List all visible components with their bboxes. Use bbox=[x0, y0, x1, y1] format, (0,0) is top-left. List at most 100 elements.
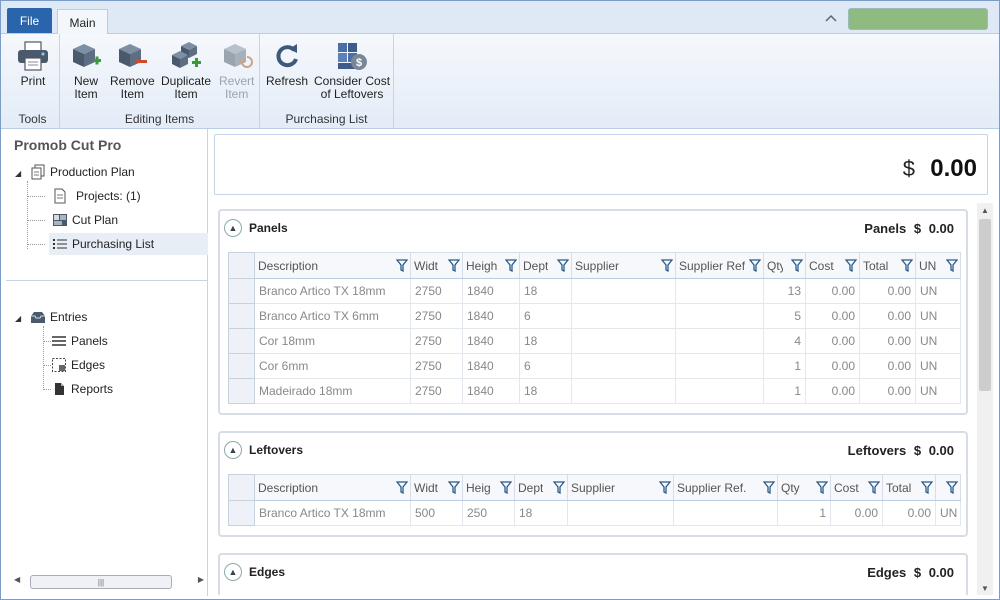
file-tab[interactable]: File bbox=[7, 8, 52, 33]
table-row[interactable]: Cor 6mm 2750 1840 6 1 0.00 0.00 UN bbox=[228, 353, 961, 379]
column-header[interactable] bbox=[935, 474, 961, 501]
cell-qty[interactable]: 13 bbox=[763, 278, 806, 304]
column-header[interactable]: UN bbox=[915, 252, 961, 279]
filter-icon[interactable] bbox=[900, 259, 914, 275]
column-header[interactable]: Total bbox=[882, 474, 936, 501]
cell-depth[interactable]: 6 bbox=[519, 303, 572, 329]
collapse-ribbon-icon[interactable] bbox=[823, 10, 839, 26]
new-item-button[interactable]: New Item bbox=[69, 40, 103, 101]
cell-depth[interactable]: 18 bbox=[519, 278, 572, 304]
cell-width[interactable]: 2750 bbox=[410, 278, 463, 304]
duplicate-item-button[interactable]: Duplicate Item bbox=[161, 40, 211, 101]
column-header[interactable]: Supplier Ref. bbox=[673, 474, 778, 501]
filter-icon[interactable] bbox=[945, 481, 959, 497]
cell-description[interactable]: Branco Artico TX 6mm bbox=[254, 303, 411, 329]
cell-total[interactable]: 0.00 bbox=[859, 278, 916, 304]
tree-item-panels[interactable]: Panels bbox=[51, 330, 108, 352]
refresh-button[interactable]: Refresh bbox=[266, 40, 308, 88]
scroll-up-icon[interactable]: ▲ bbox=[977, 203, 993, 217]
cell-depth[interactable]: 6 bbox=[519, 353, 572, 379]
production-plan-expander[interactable]: ◢ bbox=[15, 169, 21, 178]
cell-unit[interactable]: UN bbox=[915, 278, 961, 304]
cell-height[interactable]: 1840 bbox=[462, 328, 520, 354]
filter-icon[interactable] bbox=[395, 481, 409, 497]
filter-icon[interactable] bbox=[395, 259, 409, 275]
cell-width[interactable]: 2750 bbox=[410, 378, 463, 404]
cell-description[interactable]: Cor 18mm bbox=[254, 328, 411, 354]
main-tab[interactable]: Main bbox=[57, 9, 108, 35]
row-selector-header[interactable] bbox=[228, 474, 255, 501]
column-header[interactable]: Supplier Ref bbox=[675, 252, 764, 279]
cell-supplier[interactable] bbox=[567, 500, 674, 526]
tree-item-entries[interactable]: Entries bbox=[30, 306, 87, 328]
column-header[interactable]: Widt bbox=[410, 252, 463, 279]
filter-icon[interactable] bbox=[504, 259, 518, 275]
filter-icon[interactable] bbox=[790, 259, 804, 275]
table-row[interactable]: Cor 18mm 2750 1840 18 4 0.00 0.00 UN bbox=[228, 328, 961, 354]
cell-supplier[interactable] bbox=[571, 378, 676, 404]
filter-icon[interactable] bbox=[447, 259, 461, 275]
cell-supplier[interactable] bbox=[571, 353, 676, 379]
print-button[interactable]: Print bbox=[16, 40, 50, 88]
remove-item-button[interactable]: Remove Item bbox=[110, 40, 155, 101]
cell-supplier-ref[interactable] bbox=[675, 353, 764, 379]
consider-cost-leftovers-button[interactable]: $ Consider Cost of Leftovers bbox=[314, 40, 390, 101]
filter-icon[interactable] bbox=[815, 481, 829, 497]
scroll-left-icon[interactable]: ◀ bbox=[14, 575, 20, 584]
cell-height[interactable]: 1840 bbox=[462, 353, 520, 379]
column-header[interactable]: Qty bbox=[763, 252, 806, 279]
column-header[interactable]: Cost bbox=[830, 474, 883, 501]
cell-depth[interactable]: 18 bbox=[519, 328, 572, 354]
scroll-thumb[interactable] bbox=[979, 219, 991, 391]
cell-total[interactable]: 0.00 bbox=[859, 378, 916, 404]
filter-icon[interactable] bbox=[552, 481, 566, 497]
column-header[interactable]: Cost bbox=[805, 252, 860, 279]
cell-qty[interactable]: 4 bbox=[763, 328, 806, 354]
cell-supplier-ref[interactable] bbox=[675, 303, 764, 329]
cell-unit[interactable]: UN bbox=[915, 378, 961, 404]
row-selector[interactable] bbox=[228, 500, 255, 526]
cell-unit[interactable]: UN bbox=[915, 353, 961, 379]
cell-width[interactable]: 2750 bbox=[410, 353, 463, 379]
column-header[interactable]: Heig bbox=[462, 474, 515, 501]
cell-cost[interactable]: 0.00 bbox=[805, 303, 860, 329]
column-header[interactable]: Description bbox=[254, 252, 411, 279]
revert-item-button[interactable]: Revert Item bbox=[219, 40, 254, 101]
cell-qty[interactable]: 1 bbox=[763, 378, 806, 404]
column-header[interactable]: Heigh bbox=[462, 252, 520, 279]
filter-icon[interactable] bbox=[660, 259, 674, 275]
table-row[interactable]: Branco Artico TX 18mm 2750 1840 18 13 0.… bbox=[228, 278, 961, 304]
cell-description[interactable]: Branco Artico TX 18mm bbox=[254, 278, 411, 304]
cell-total[interactable]: 0.00 bbox=[859, 303, 916, 329]
tree-item-reports[interactable]: Reports bbox=[51, 378, 113, 400]
cell-total[interactable]: 0.00 bbox=[882, 500, 936, 526]
filter-icon[interactable] bbox=[945, 259, 959, 275]
row-selector[interactable] bbox=[228, 378, 255, 404]
cell-supplier-ref[interactable] bbox=[675, 378, 764, 404]
cell-depth[interactable]: 18 bbox=[519, 378, 572, 404]
column-header[interactable]: Supplier bbox=[567, 474, 674, 501]
scroll-thumb[interactable]: ||| bbox=[30, 575, 172, 589]
cell-supplier[interactable] bbox=[571, 303, 676, 329]
filter-icon[interactable] bbox=[447, 481, 461, 497]
table-row[interactable]: Branco Artico TX 18mm 500 250 18 1 0.00 … bbox=[228, 500, 961, 526]
collapse-panels-icon[interactable]: ▲ bbox=[224, 219, 242, 237]
row-selector-header[interactable] bbox=[228, 252, 255, 279]
collapse-edges-icon[interactable]: ▲ bbox=[224, 563, 242, 581]
cell-depth[interactable]: 18 bbox=[514, 500, 568, 526]
cell-supplier-ref[interactable] bbox=[673, 500, 778, 526]
cell-description[interactable]: Branco Artico TX 18mm bbox=[254, 500, 411, 526]
cell-total[interactable]: 0.00 bbox=[859, 353, 916, 379]
row-selector[interactable] bbox=[228, 278, 255, 304]
cell-supplier-ref[interactable] bbox=[675, 278, 764, 304]
filter-icon[interactable] bbox=[844, 259, 858, 275]
cell-qty[interactable]: 5 bbox=[763, 303, 806, 329]
cell-qty[interactable]: 1 bbox=[763, 353, 806, 379]
row-selector[interactable] bbox=[228, 303, 255, 329]
column-header[interactable]: Dept bbox=[519, 252, 572, 279]
cell-cost[interactable]: 0.00 bbox=[805, 328, 860, 354]
row-selector[interactable] bbox=[228, 353, 255, 379]
cell-unit[interactable]: UN bbox=[915, 303, 961, 329]
tree-item-purchasing-list[interactable]: Purchasing List bbox=[49, 233, 208, 255]
cell-height[interactable]: 250 bbox=[462, 500, 515, 526]
